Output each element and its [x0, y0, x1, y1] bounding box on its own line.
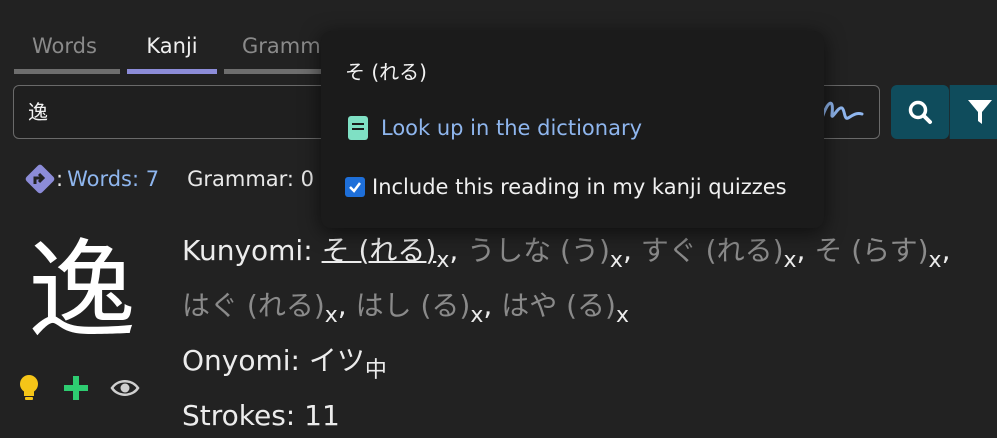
onyomi-line: Onyomi: イツ中	[182, 338, 950, 393]
words-count-link[interactable]: Words: 7	[67, 167, 159, 191]
add-icon[interactable]	[62, 374, 90, 402]
filter-button[interactable]	[949, 85, 997, 139]
reading-tag: x	[609, 248, 623, 273]
kunyomi-reading[interactable]: そ (れる)	[322, 234, 437, 267]
result-counts: : Words: 7 Grammar: 0	[24, 163, 314, 195]
tab-words[interactable]: Words	[14, 34, 120, 74]
book-icon	[348, 116, 368, 140]
search-button[interactable]	[891, 85, 949, 139]
reading-tag: x	[783, 248, 797, 273]
tab-bar: Words Kanji Gramm	[14, 34, 344, 74]
reading-tag: x	[928, 248, 942, 273]
grammar-count-link[interactable]: Grammar: 0	[187, 167, 314, 191]
lightbulb-icon[interactable]	[16, 373, 42, 403]
include-reading-checkbox[interactable]	[345, 177, 365, 197]
reading-tag: x	[615, 303, 629, 328]
onyomi-label: Onyomi:	[182, 344, 300, 377]
lookup-dictionary-link[interactable]: Look up in the dictionary	[347, 115, 642, 141]
search-icon	[908, 100, 932, 124]
tab-kanji[interactable]: Kanji	[127, 34, 217, 74]
popup-title: そ (れる)	[345, 60, 427, 84]
kanji-info: Kunyomi: そ (れる)x, うしな (う)x, すぐ (れる)x, そ …	[182, 228, 950, 438]
reading-tag: x	[324, 303, 338, 328]
kunyomi-reading[interactable]: うしな (う)	[467, 234, 610, 267]
kunyomi-line: Kunyomi: そ (れる)x, うしな (う)x, すぐ (れる)x, そ …	[182, 234, 951, 273]
eye-icon[interactable]	[110, 377, 140, 399]
onyomi-reading[interactable]: イツ	[309, 344, 365, 377]
reading-tag: x	[436, 248, 450, 273]
onyomi-tag: 中	[364, 358, 387, 383]
kunyomi-reading[interactable]: はし (る)	[356, 289, 471, 322]
kunyomi-reading[interactable]: すぐ (れる)	[641, 234, 784, 267]
kanji-character: 逸	[28, 229, 137, 354]
reading-tag: x	[470, 303, 484, 328]
kunyomi-label: Kunyomi:	[182, 234, 313, 267]
handwriting-icon[interactable]	[818, 92, 864, 132]
include-reading-label: Include this reading in my kanji quizzes	[372, 175, 787, 199]
lookup-label: Look up in the dictionary	[381, 116, 643, 140]
filter-icon	[968, 100, 992, 124]
kunyomi-reading[interactable]: はぐ (れる)	[182, 289, 325, 322]
counts-separator: :	[56, 167, 64, 191]
checkmark-icon	[349, 182, 361, 193]
kanji-actions	[16, 373, 140, 403]
strokes-line: Strokes: 11	[182, 399, 340, 432]
kunyomi-line-2: はぐ (れる)x, はし (る)x, はや (る)x	[182, 289, 629, 328]
reading-popup: そ (れる) Look up in the dictionary Include…	[321, 31, 824, 228]
include-reading-option[interactable]: Include this reading in my kanji quizzes	[345, 175, 787, 199]
kunyomi-reading[interactable]: そ (らす)	[814, 234, 928, 267]
kunyomi-reading[interactable]: はや (る)	[501, 289, 616, 322]
direction-sign-icon	[25, 164, 55, 194]
